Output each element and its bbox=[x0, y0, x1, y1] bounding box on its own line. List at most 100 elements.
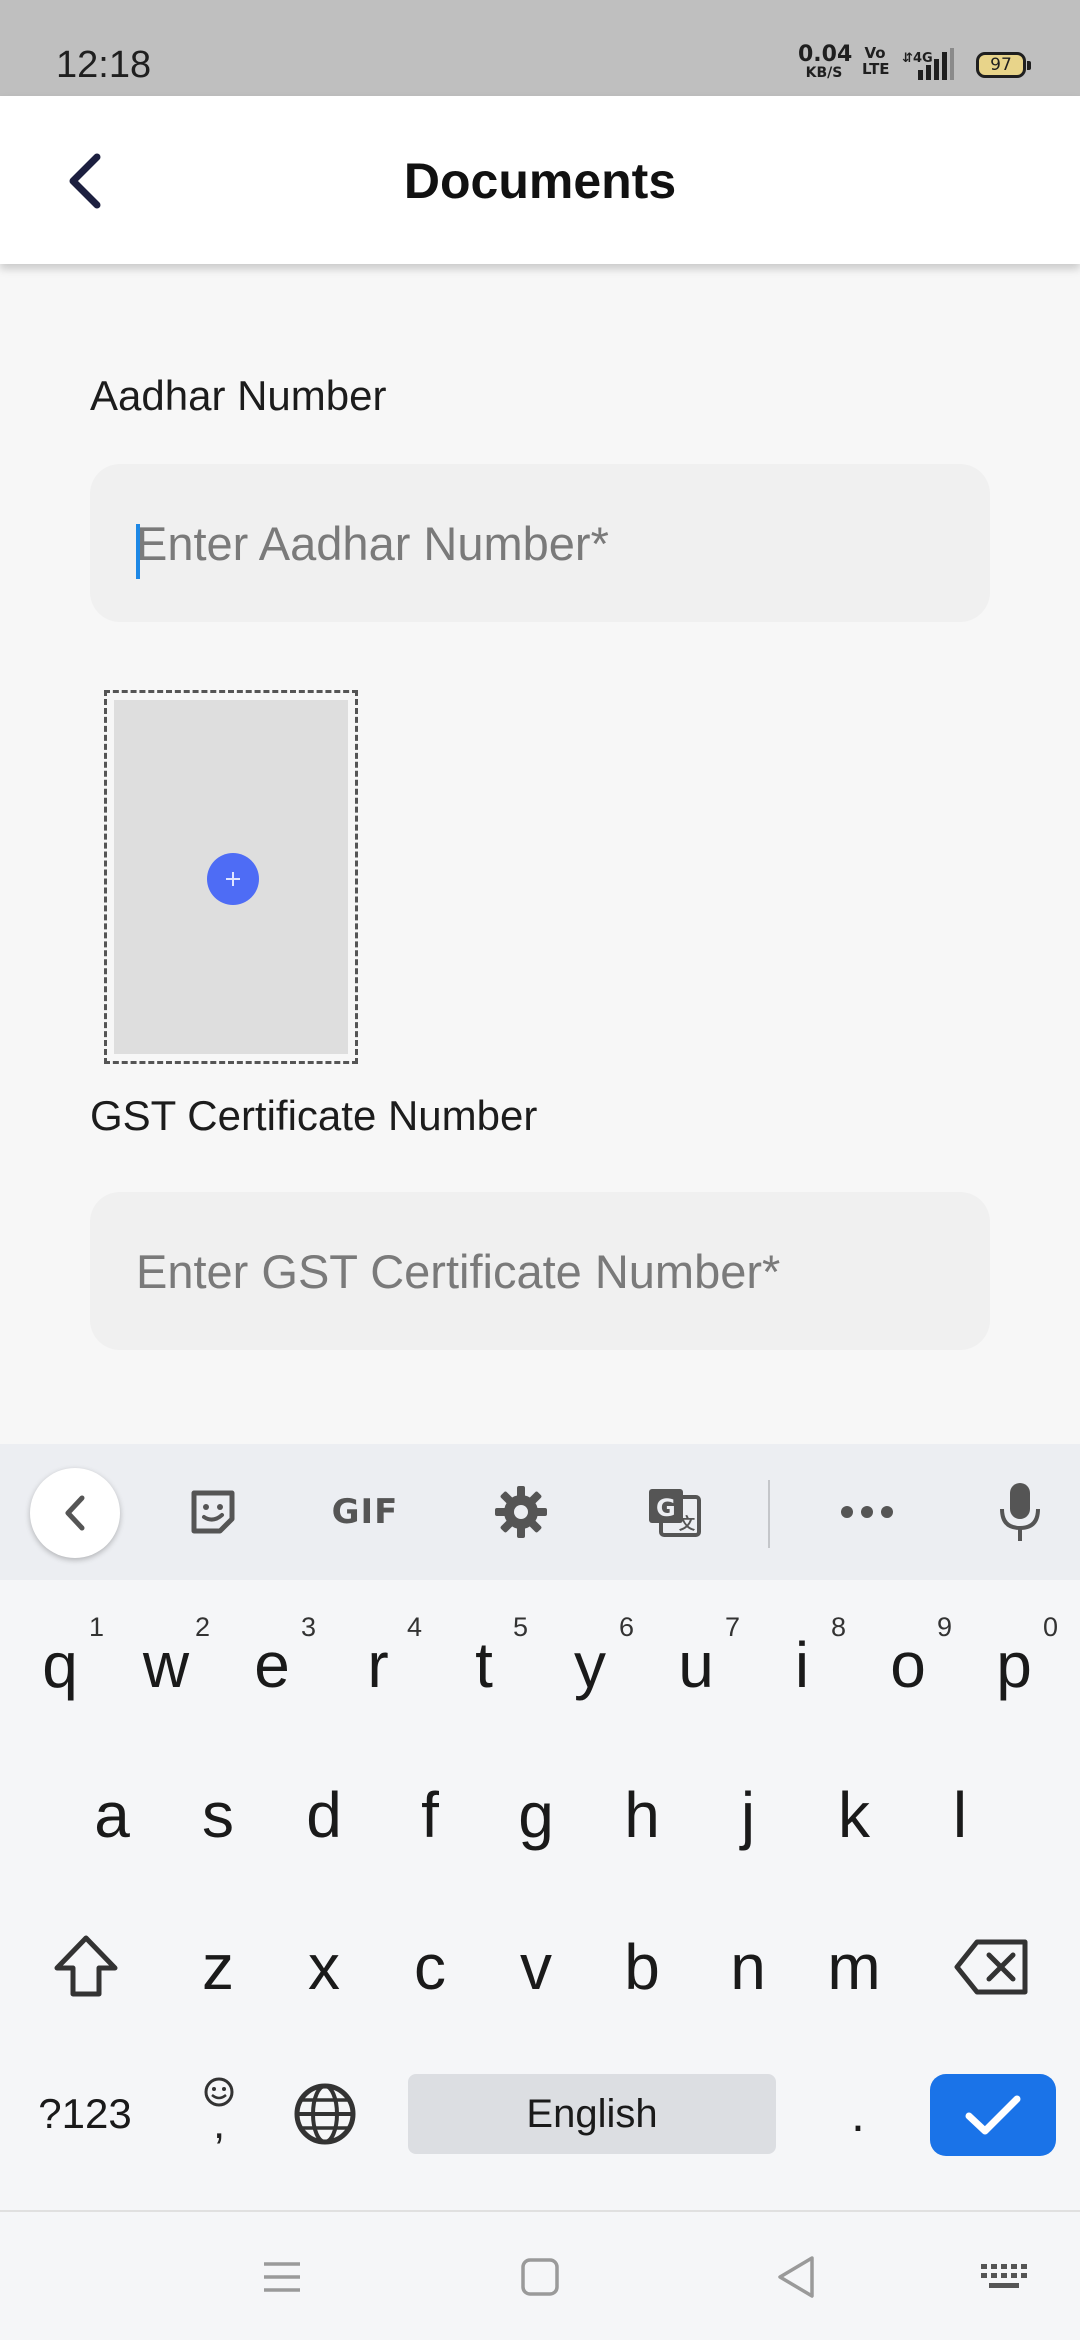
shift-key[interactable] bbox=[36, 1892, 136, 2042]
key-z[interactable]: z bbox=[168, 1892, 268, 2042]
key-hint: 9 bbox=[936, 1612, 952, 1642]
key-d[interactable]: d bbox=[274, 1740, 374, 1890]
network-type: 4G bbox=[913, 51, 933, 66]
status-time: 12:18 bbox=[56, 44, 152, 86]
key-label: i bbox=[794, 1629, 810, 1701]
sticker-button[interactable] bbox=[178, 1444, 248, 1580]
toolbar-collapse-button[interactable] bbox=[30, 1468, 120, 1558]
aadhar-input[interactable] bbox=[136, 464, 956, 622]
battery-level: 97 bbox=[990, 55, 1012, 75]
gif-button[interactable]: GIF bbox=[320, 1444, 410, 1580]
key-label: p bbox=[996, 1629, 1032, 1701]
key-h[interactable]: h bbox=[592, 1740, 692, 1890]
key-l[interactable]: l bbox=[910, 1740, 1010, 1890]
keyboard-toolbar: GIF G 文 bbox=[0, 1444, 1080, 1580]
chevron-left-icon bbox=[65, 1495, 85, 1531]
more-icon bbox=[841, 1506, 893, 1518]
key-hint: 2 bbox=[194, 1612, 210, 1642]
mic-icon bbox=[1000, 1483, 1040, 1541]
back-triangle-icon bbox=[778, 2256, 814, 2298]
menu-icon bbox=[264, 2262, 300, 2292]
key-t[interactable]: t5 bbox=[434, 1590, 534, 1740]
page-title: Documents bbox=[403, 153, 677, 209]
key-u[interactable]: u7 bbox=[646, 1590, 746, 1740]
aadhar-label: Aadhar Number bbox=[90, 372, 387, 419]
key-m[interactable]: m bbox=[804, 1892, 904, 2042]
symbols-key[interactable]: ?123 bbox=[20, 2044, 150, 2184]
status-bar: 12:18 0.04 KB/S Vo LTE ⇵ 4G 97 bbox=[0, 0, 1080, 96]
back-nav-button[interactable] bbox=[764, 2212, 828, 2340]
key-hint: 6 bbox=[618, 1612, 634, 1642]
space-key[interactable]: English bbox=[408, 2074, 776, 2154]
key-x[interactable]: x bbox=[274, 1892, 374, 2042]
comma-label: , bbox=[213, 2099, 225, 2148]
aadhar-upload-box[interactable] bbox=[104, 690, 358, 1064]
settings-button[interactable] bbox=[488, 1444, 554, 1580]
key-q[interactable]: q1 bbox=[10, 1590, 110, 1740]
key-k[interactable]: k bbox=[804, 1740, 904, 1890]
menu-button[interactable] bbox=[250, 2212, 314, 2340]
translate-icon: G 文 bbox=[649, 1489, 701, 1537]
key-label: w bbox=[142, 1629, 190, 1701]
aadhar-field[interactable] bbox=[90, 464, 990, 622]
key-n[interactable]: n bbox=[698, 1892, 798, 2042]
gst-input[interactable] bbox=[136, 1192, 956, 1350]
shift-icon bbox=[54, 1935, 118, 1997]
network-speed-value: 0.04 bbox=[798, 42, 853, 67]
key-hint: 7 bbox=[724, 1612, 740, 1642]
volte-line2: LTE bbox=[862, 59, 890, 78]
key-y[interactable]: y6 bbox=[540, 1590, 640, 1740]
gst-field[interactable] bbox=[90, 1192, 990, 1350]
emoji-comma-key[interactable]: , bbox=[174, 2044, 264, 2184]
key-label: y bbox=[574, 1629, 606, 1701]
key-f[interactable]: f bbox=[380, 1740, 480, 1890]
svg-text:⇵: ⇵ bbox=[902, 51, 913, 66]
key-j[interactable]: j bbox=[698, 1740, 798, 1890]
keyboard-switch-button[interactable] bbox=[972, 2212, 1036, 2340]
soft-keyboard: GIF G 文 q 1 w 2 e 3 r 4 t 5 y 6 u 7 i 8 … bbox=[0, 1444, 1080, 2210]
key-hint: 4 bbox=[406, 1612, 422, 1642]
key-p[interactable]: p0 bbox=[964, 1590, 1064, 1740]
translate-button[interactable]: G 文 bbox=[640, 1444, 708, 1580]
key-o[interactable]: o9 bbox=[858, 1590, 958, 1740]
voice-input-button[interactable] bbox=[990, 1444, 1050, 1580]
key-label: o bbox=[890, 1629, 926, 1701]
home-button[interactable] bbox=[508, 2212, 572, 2340]
key-label: t bbox=[475, 1629, 493, 1701]
key-a[interactable]: a bbox=[62, 1740, 162, 1890]
home-square-icon bbox=[521, 2258, 559, 2296]
key-r[interactable]: r4 bbox=[328, 1590, 428, 1740]
key-label: u bbox=[678, 1629, 714, 1701]
key-c[interactable]: c bbox=[380, 1892, 480, 2042]
key-i[interactable]: i8 bbox=[752, 1590, 852, 1740]
key-label: r bbox=[367, 1629, 389, 1701]
gif-icon: GIF bbox=[331, 1492, 399, 1532]
key-label: q bbox=[42, 1629, 78, 1701]
key-hint: 0 bbox=[1042, 1612, 1058, 1642]
key-w[interactable]: w2 bbox=[116, 1590, 216, 1740]
done-key[interactable] bbox=[930, 2074, 1056, 2156]
more-button[interactable] bbox=[832, 1444, 902, 1580]
period-key[interactable]: . bbox=[818, 2044, 898, 2184]
toolbar-divider bbox=[768, 1480, 770, 1548]
battery-icon: 97 bbox=[976, 52, 1031, 78]
keyboard-icon bbox=[981, 2264, 1027, 2288]
volte-indicator: Vo LTE bbox=[862, 45, 890, 78]
key-s[interactable]: s bbox=[168, 1740, 268, 1890]
key-hint: 5 bbox=[512, 1612, 528, 1642]
plus-icon[interactable] bbox=[207, 853, 259, 905]
key-g[interactable]: g bbox=[486, 1740, 586, 1890]
navigation-bar bbox=[0, 2210, 1080, 2340]
language-key[interactable] bbox=[280, 2044, 370, 2184]
app-bar: Documents bbox=[0, 96, 1080, 264]
key-v[interactable]: v bbox=[486, 1892, 586, 2042]
backspace-icon bbox=[954, 1939, 1028, 1995]
backspace-key[interactable] bbox=[942, 1892, 1042, 2042]
network-speed: 0.04 KB/S bbox=[798, 42, 853, 81]
key-label: e bbox=[254, 1629, 290, 1701]
key-b[interactable]: b bbox=[592, 1892, 692, 2042]
key-hint: 3 bbox=[300, 1612, 316, 1642]
key-e[interactable]: e3 bbox=[222, 1590, 322, 1740]
globe-icon bbox=[294, 2083, 356, 2145]
signal-icon: ⇵ 4G bbox=[902, 48, 954, 80]
